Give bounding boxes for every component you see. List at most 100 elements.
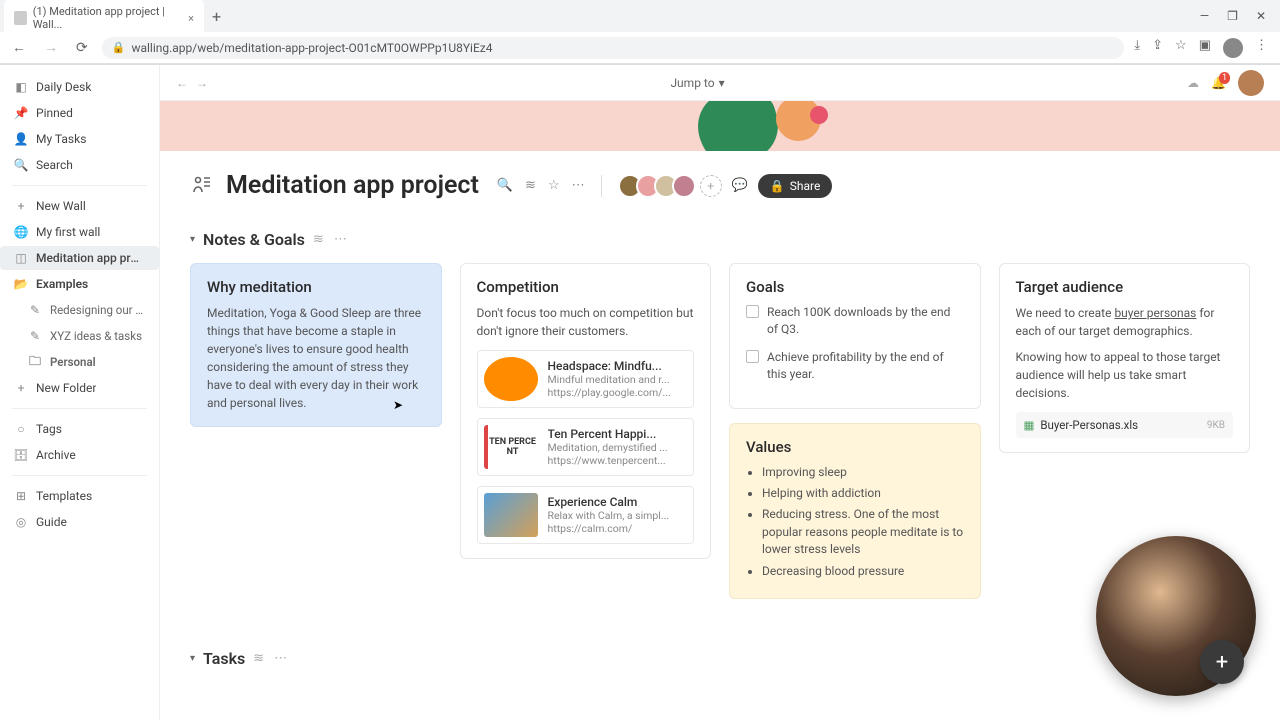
card-body: We need to create buyer personas for eac… [1016,304,1234,340]
archive-icon: 🗄 [14,448,28,462]
card-title: Values [746,438,964,456]
card-title: Target audience [1016,278,1234,296]
jump-to-button[interactable]: Jump to ▾ [670,76,724,90]
sidebar-tags[interactable]: ○Tags [0,417,159,441]
link-desc: Mindful meditation and r... [548,373,671,386]
reload-icon[interactable]: ⟳ [72,36,92,60]
goal-text: Reach 100K downloads by the end of Q3. [767,304,964,339]
section-filter-icon[interactable]: ≋ [313,232,324,247]
plus-icon: + [14,199,28,213]
card-body: Don't focus too much on competition but … [477,304,695,340]
sidebar-guide[interactable]: ◎Guide [0,510,159,534]
install-icon[interactable]: ⤓ [1134,38,1140,58]
folder-icon: 🗀 [28,355,42,369]
hero-banner [160,101,1280,151]
file-attachment[interactable]: ▦ Buyer-Personas.xls 9KB [1016,412,1234,438]
back-icon[interactable]: ← [8,35,30,60]
bookmark-icon[interactable]: ☆ [1175,38,1187,58]
favicon-icon [14,11,27,25]
card-body: Meditation, Yoga & Good Sleep are three … [207,304,425,412]
link-card-headspace[interactable]: Headspace: Mindfu... Mindful meditation … [477,350,695,408]
sidebar-my-first-wall[interactable]: 🌐My first wall [0,220,159,244]
share-button[interactable]: 🔒 Share [758,174,833,198]
link-card-tenpercent[interactable]: TEN PERCE NT Ten Percent Happi... Medita… [477,418,695,476]
lock-icon: 🔒 [112,41,126,54]
share-chrome-icon[interactable]: ⇪ [1152,38,1163,58]
add-collaborator-button[interactable]: + [700,175,722,197]
folder-open-icon: 📂 [14,277,28,291]
link-thumb-icon [484,493,538,537]
sidebar-daily-desk[interactable]: ◧Daily Desk [0,75,159,99]
sidebar-meditation-app[interactable]: ◫Meditation app project [0,246,159,270]
cloud-sync-icon[interactable]: ☁ [1187,76,1199,90]
buyer-personas-link[interactable]: buyer personas [1114,306,1196,320]
section-tasks-title: Tasks [203,649,245,668]
profile-avatar-icon[interactable] [1223,38,1243,58]
browser-chrome: (1) Meditation app project | Wall... × +… [0,0,1280,65]
project-icon: ◫ [14,251,28,265]
add-fab-button[interactable]: + [1200,640,1244,684]
history-forward-icon[interactable]: → [196,76,208,90]
sidebar-redesigning[interactable]: ✎Redesigning our webs... [0,298,159,322]
sidebar-new-folder[interactable]: +New Folder [0,376,159,400]
sidebar-personal[interactable]: 🗀Personal [0,350,159,374]
title-search-icon[interactable]: 🔍 [497,178,513,193]
card-goals[interactable]: Goals Reach 100K downloads by the end of… [729,263,981,409]
url-text: walling.app/web/meditation-app-project-O… [131,41,492,55]
link-card-calm[interactable]: Experience Calm Relax with Calm, a simpl… [477,486,695,544]
sidebar-pinned[interactable]: 📌Pinned [0,101,159,125]
user-avatar[interactable] [1238,70,1264,96]
collapse-icon[interactable]: ▾ [190,653,195,664]
title-more-icon[interactable]: ⋯ [572,178,585,193]
collaborator-avatars[interactable]: + [618,174,722,198]
card-values[interactable]: Values Improving sleep Helping with addi… [729,423,981,599]
card-why-meditation[interactable]: Why meditation Meditation, Yoga & Good S… [190,263,442,427]
value-item: Helping with addiction [762,485,964,502]
checkbox[interactable] [746,350,759,363]
tab-title: (1) Meditation app project | Wall... [33,5,182,31]
notifications-button[interactable]: 🔔1 [1211,76,1226,90]
section-more-icon[interactable]: ⋯ [274,651,287,666]
link-title: Headspace: Mindfu... [548,359,671,373]
sidebar-archive[interactable]: 🗄Archive [0,443,159,467]
minimize-icon[interactable]: — [1200,9,1209,23]
sidebar-search[interactable]: 🔍Search [0,153,159,177]
doc-icon: ✎ [28,303,42,317]
sidebar-xyz[interactable]: ✎XYZ ideas & tasks [0,324,159,348]
new-tab-button[interactable]: + [204,3,229,30]
title-filter-icon[interactable]: ≋ [525,178,536,193]
browser-tab[interactable]: (1) Meditation app project | Wall... × [4,0,204,37]
address-bar[interactable]: 🔒 walling.app/web/meditation-app-project… [102,37,1125,59]
close-window-icon[interactable]: ✕ [1256,9,1266,23]
app-topbar: ← → Jump to ▾ ☁ 🔔1 [160,65,1280,101]
sidebar-templates[interactable]: ⊞Templates [0,484,159,508]
cursor-icon: ➤ [393,398,403,412]
sidebar-examples[interactable]: 📂Examples [0,272,159,296]
maximize-icon[interactable]: ❐ [1227,9,1238,23]
page-title: Meditation app project [226,171,479,200]
comments-icon[interactable]: 💬 [732,178,748,193]
section-filter-icon[interactable]: ≋ [253,651,264,666]
link-url: https://calm.com/ [548,522,670,535]
collapse-icon[interactable]: ▾ [190,234,195,245]
chrome-menu-icon[interactable]: ⋮ [1255,38,1268,58]
sidepanel-icon[interactable]: ▣ [1199,38,1211,58]
link-title: Ten Percent Happi... [548,427,668,441]
forward-icon[interactable]: → [40,35,62,60]
card-competition[interactable]: Competition Don't focus too much on comp… [460,263,712,559]
card-target-audience[interactable]: Target audience We need to create buyer … [999,263,1251,453]
checkbox[interactable] [746,305,759,318]
section-more-icon[interactable]: ⋯ [334,232,347,247]
link-thumb-icon [484,357,538,401]
close-tab-icon[interactable]: × [188,12,194,25]
project-title-icon [190,173,216,199]
title-star-icon[interactable]: ☆ [548,178,560,193]
sidebar-new-wall[interactable]: +New Wall [0,194,159,218]
jump-to-label: Jump to [670,76,714,90]
history-back-icon[interactable]: ← [176,76,188,90]
plus-icon: + [14,381,28,395]
chevron-down-icon: ▾ [719,76,725,90]
goal-text: Achieve profitability by the end of this… [767,349,964,384]
sidebar-my-tasks[interactable]: 👤My Tasks [0,127,159,151]
link-desc: Relax with Calm, a simpl... [548,509,670,522]
